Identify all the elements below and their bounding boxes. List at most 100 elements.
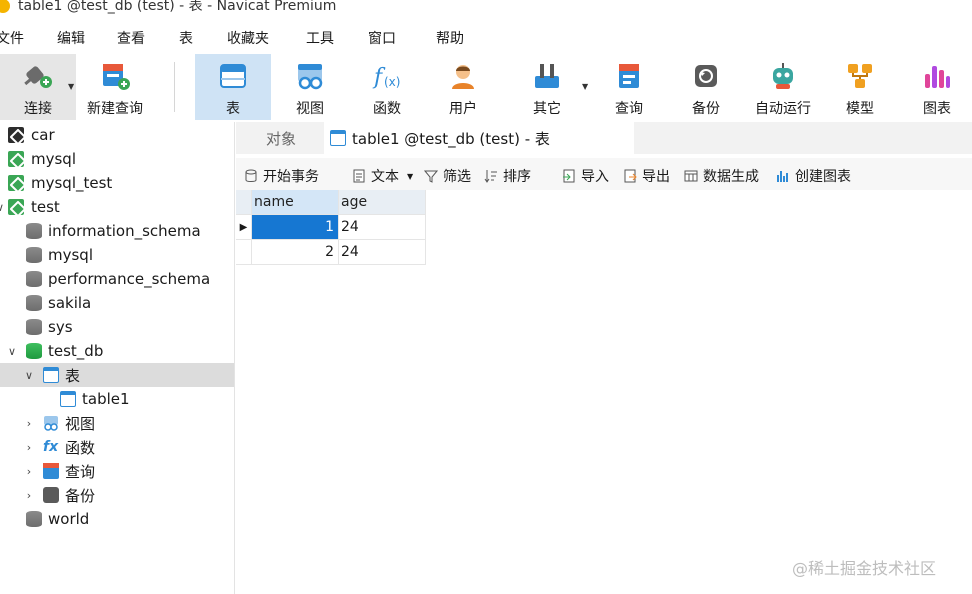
table-cell[interactable]: 1 <box>252 215 339 240</box>
create-chart-button[interactable]: 创建图表 <box>776 166 851 186</box>
export-button[interactable]: 导出 <box>623 166 670 186</box>
tree-conn-mysql[interactable]: mysql <box>0 147 234 171</box>
menu-file[interactable]: 文件 <box>0 28 24 48</box>
view-tool-button[interactable]: 视图 <box>275 54 345 120</box>
data-generation-button[interactable]: 数据生成 <box>684 166 759 186</box>
tree-db-information-schema[interactable]: information_schema <box>0 219 234 243</box>
other-dropdown-caret[interactable]: ▼ <box>582 82 588 91</box>
current-row-indicator-icon[interactable]: ▶ <box>236 215 252 240</box>
tree-label: mysql_test <box>31 174 113 192</box>
tree-label: mysql <box>31 150 76 168</box>
new-query-button[interactable]: 新建查询 <box>80 54 150 120</box>
table-tool-button[interactable]: 表 <box>195 54 271 120</box>
menu-help[interactable]: 帮助 <box>436 28 464 48</box>
automation-tool-button[interactable]: 自动运行 <box>748 54 818 120</box>
tree-label: sakila <box>48 294 92 312</box>
import-button[interactable]: 导入 <box>562 166 609 186</box>
svg-text:(x): (x) <box>384 75 400 89</box>
tree-folder-tables[interactable]: ∨ 表 <box>0 363 234 387</box>
query-tool-label: 查询 <box>615 101 643 117</box>
view-tool-label: 视图 <box>296 101 324 117</box>
import-label: 导入 <box>581 169 609 185</box>
query-tool-button[interactable]: 查询 <box>594 54 664 120</box>
column-header-name[interactable]: name <box>252 190 339 215</box>
tree-folder-backups[interactable]: › 备份 <box>0 483 234 507</box>
tree-label: 函数 <box>65 438 96 457</box>
connect-dropdown-caret[interactable]: ▼ <box>68 82 74 91</box>
database-icon <box>26 271 42 287</box>
sort-button[interactable]: 排序 <box>484 166 531 186</box>
expand-chevron-icon[interactable]: › <box>23 417 35 430</box>
collapse-chevron-icon[interactable]: ∨ <box>23 369 35 382</box>
user-tool-button[interactable]: 用户 <box>428 54 498 120</box>
chevron-down-icon[interactable]: ▼ <box>407 172 413 181</box>
tree-db-world[interactable]: world <box>0 507 234 531</box>
tree-db-test-db[interactable]: ∨ test_db <box>0 339 234 363</box>
tree-folder-functions[interactable]: › fx 函数 <box>0 435 234 459</box>
navicat-logo-icon <box>0 0 10 13</box>
table-cell[interactable]: 24 <box>339 240 426 265</box>
tree-db-performance-schema[interactable]: performance_schema <box>0 267 234 291</box>
begin-transaction-label: 开始事务 <box>263 169 319 185</box>
query-icon <box>43 463 59 479</box>
backup-icon <box>43 487 59 503</box>
text-button[interactable]: 文本 ▼ <box>352 166 413 186</box>
tree-folder-views[interactable]: › 视图 <box>0 411 234 435</box>
database-icon <box>26 247 42 263</box>
tree-db-sakila[interactable]: sakila <box>0 291 234 315</box>
tree-db-mysql[interactable]: mysql <box>0 243 234 267</box>
collapse-chevron-icon[interactable]: ∨ <box>6 345 18 358</box>
menu-edit[interactable]: 编辑 <box>57 28 85 48</box>
tree-conn-test[interactable]: ∨ test <box>0 195 234 219</box>
function-tool-label: 函数 <box>373 101 401 117</box>
database-icon <box>26 295 42 311</box>
sort-label: 排序 <box>503 169 531 185</box>
menu-favorites[interactable]: 收藏夹 <box>227 28 269 48</box>
tree-label: 视图 <box>65 414 96 433</box>
collapse-chevron-icon[interactable]: ∨ <box>0 201 6 214</box>
chart-icon <box>776 169 790 183</box>
menu-tools[interactable]: 工具 <box>306 28 334 48</box>
text-doc-icon <box>352 169 366 183</box>
expand-chevron-icon[interactable]: › <box>23 489 35 502</box>
new-query-label: 新建查询 <box>87 101 143 117</box>
row-header[interactable] <box>236 240 252 265</box>
tree-conn-mysql-test[interactable]: mysql_test <box>0 171 234 195</box>
expand-chevron-icon[interactable]: › <box>23 465 35 478</box>
table-cell[interactable]: 24 <box>339 215 426 240</box>
filter-icon <box>423 169 439 183</box>
view-icon <box>43 415 59 431</box>
function-tool-button[interactable]: f (x) 函数 <box>352 54 422 120</box>
backup-tool-label: 备份 <box>692 101 720 117</box>
backup-icon <box>690 60 722 92</box>
backup-tool-button[interactable]: 备份 <box>671 54 741 120</box>
robot-icon <box>767 60 799 92</box>
tab-table1[interactable]: table1 @test_db (test) - 表 <box>324 122 634 154</box>
connection-tree: car mysql mysql_test ∨ test information_… <box>0 122 235 594</box>
connect-button[interactable]: 连接 <box>0 54 76 120</box>
column-header-age[interactable]: age <box>339 190 426 215</box>
table-toolbar: 开始事务 文本 ▼ 筛选 排序 导入 导出 数据生成 创建图表 <box>236 158 972 190</box>
expand-chevron-icon[interactable]: › <box>23 441 35 454</box>
create-chart-label: 创建图表 <box>795 169 851 185</box>
model-tool-button[interactable]: 模型 <box>825 54 895 120</box>
database-icon <box>26 511 42 527</box>
view-icon <box>294 60 326 92</box>
menu-view[interactable]: 查看 <box>117 28 145 48</box>
menu-window[interactable]: 窗口 <box>368 28 396 48</box>
chart-tool-button[interactable]: 图表 <box>902 54 972 120</box>
text-label: 文本 <box>371 169 399 185</box>
main-toolbar: 连接 ▼ 新建查询 表 视图 f (x) 函数 用户 其它 ▼ 查询 备份 自动… <box>0 54 972 122</box>
begin-transaction-button[interactable]: 开始事务 <box>244 166 319 186</box>
database-icon <box>26 223 42 239</box>
table-cell[interactable]: 2 <box>252 240 339 265</box>
tab-objects[interactable]: 对象 <box>266 122 296 154</box>
tree-conn-car[interactable]: car <box>0 123 234 147</box>
tree-folder-queries[interactable]: › 查询 <box>0 459 234 483</box>
menu-table[interactable]: 表 <box>179 28 193 48</box>
other-tool-button[interactable]: 其它 <box>512 54 582 120</box>
filter-button[interactable]: 筛选 <box>423 166 471 186</box>
tree-table-table1[interactable]: table1 <box>0 387 234 411</box>
tree-db-sys[interactable]: sys <box>0 315 234 339</box>
menu-bar: 文件 编辑 查看 表 收藏夹 工具 窗口 帮助 <box>0 24 972 52</box>
